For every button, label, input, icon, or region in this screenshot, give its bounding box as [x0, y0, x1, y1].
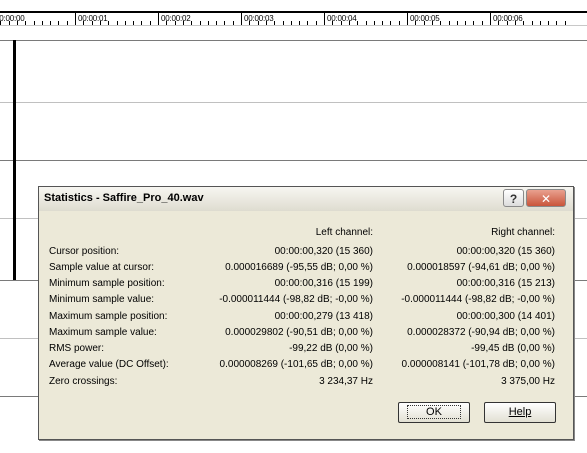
left-value: -0.000011444 (-98,82 dB; -0,00 %) — [219, 294, 373, 305]
left-value: 0.000016689 (-95,55 dB; 0,00 %) — [225, 262, 373, 273]
track-top-border — [0, 40, 587, 41]
stat-row-zero-crossings: Zero crossings: 3 234,37 Hz 3 375,00 Hz — [49, 376, 559, 392]
track-separator — [0, 102, 587, 103]
stat-row-min-value: Minimum sample value: -0.000011444 (-98,… — [49, 294, 559, 310]
playback-cursor[interactable] — [13, 40, 16, 280]
left-value: 00:00:00,320 (15 360) — [274, 246, 373, 257]
ruler-major-tick — [407, 13, 408, 25]
right-value: 0.000008141 (-101,78 dB; 0,00 %) — [401, 359, 555, 370]
left-value: 0.000008269 (-101,65 dB; 0,00 %) — [219, 359, 373, 370]
right-channel-header: Right channel: — [491, 227, 555, 238]
statistics-dialog: Statistics - Saffire_Pro_40.wav ? ✕ Left… — [38, 186, 574, 440]
right-value: 0.000018597 (-94,61 dB; 0,00 %) — [407, 262, 555, 273]
stat-row-max-value: Maximum sample value: 0.000029802 (-90,5… — [49, 327, 559, 343]
ruler-major-tick — [158, 13, 159, 25]
right-value: 00:00:00,316 (15 213) — [456, 278, 555, 289]
right-value: 3 375,00 Hz — [501, 376, 555, 387]
left-value: -99,22 dB (0,00 %) — [289, 343, 373, 354]
ruler-major-tick — [324, 13, 325, 25]
right-value: -99,45 dB (0,00 %) — [471, 343, 555, 354]
right-value: 00:00:00,320 (15 360) — [456, 246, 555, 257]
ruler-major-tick — [490, 13, 491, 25]
track-separator — [0, 160, 587, 161]
left-value: 00:00:00,279 (13 418) — [274, 311, 373, 322]
stat-row-cursor-position: Cursor position: 00:00:00,320 (15 360) 0… — [49, 246, 559, 262]
dialog-title: Statistics - Saffire_Pro_40.wav — [44, 192, 204, 204]
ruler-top-line — [0, 11, 587, 13]
ruler-major-tick — [75, 13, 76, 25]
timeline-ruler[interactable]: 00:00:0000:00:0100:00:0200:00:0300:00:04… — [0, 0, 587, 27]
stat-row-sample-value: Sample value at cursor: 0.000016689 (-95… — [49, 262, 559, 278]
left-value: 0.000029802 (-90,51 dB; 0,00 %) — [225, 327, 373, 338]
ok-button[interactable]: OK — [398, 402, 470, 423]
right-value: 00:00:00,300 (14 401) — [456, 311, 555, 322]
stat-row-rms-power: RMS power: -99,22 dB (0,00 %) -99,45 dB … — [49, 343, 559, 359]
help-question-button[interactable]: ? — [503, 189, 524, 207]
stat-row-min-position: Minimum sample position: 00:00:00,316 (1… — [49, 278, 559, 294]
help-button-label: Help — [508, 406, 532, 418]
ok-button-label: OK — [407, 405, 461, 419]
right-value: -0.000011444 (-98,82 dB; -0,00 %) — [401, 294, 555, 305]
stat-row-max-position: Maximum sample position: 00:00:00,279 (1… — [49, 311, 559, 327]
close-button[interactable]: ✕ — [526, 189, 566, 207]
ruler-major-tick — [241, 13, 242, 25]
dialog-titlebar[interactable]: Statistics - Saffire_Pro_40.wav ? ✕ — [39, 187, 573, 211]
left-value: 00:00:00,316 (15 199) — [274, 278, 373, 289]
stat-row-dc-offset: Average value (DC Offset): 0.000008269 (… — [49, 359, 559, 375]
ruler-time-label: 00:00:00 — [0, 14, 25, 23]
right-value: 0.000028372 (-90,94 dB; 0,00 %) — [407, 327, 555, 338]
left-value: 3 234,37 Hz — [319, 376, 373, 387]
help-button[interactable]: Help — [484, 402, 556, 423]
close-icon: ✕ — [540, 192, 552, 206]
left-channel-header: Left channel: — [315, 227, 373, 238]
question-icon: ? — [509, 192, 518, 206]
